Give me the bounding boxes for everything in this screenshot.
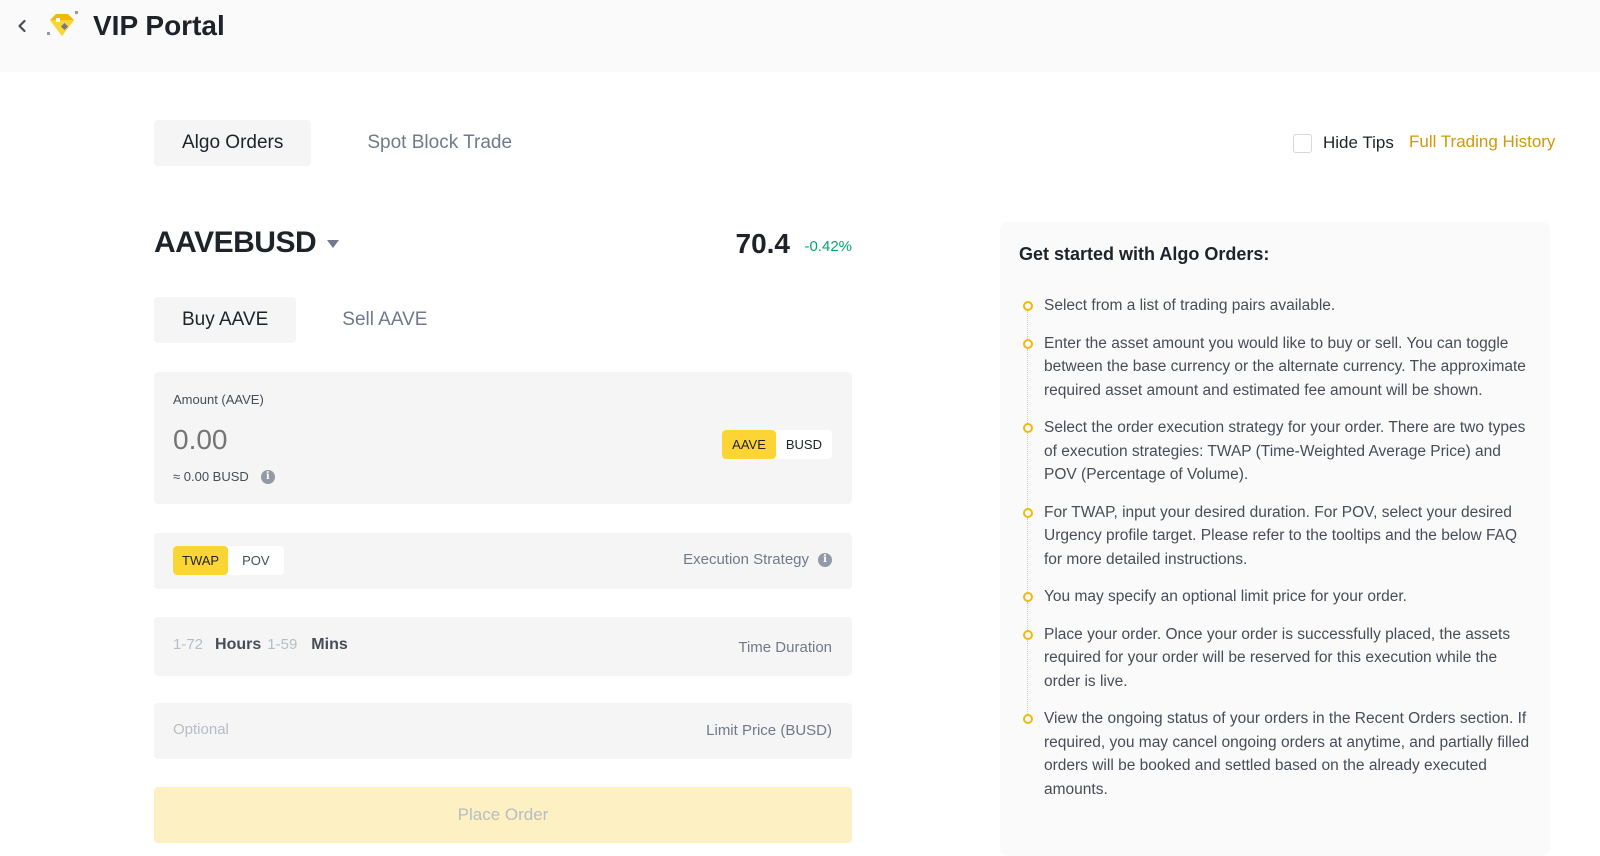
step-connector: [1027, 517, 1028, 592]
limit-price-input[interactable]: [173, 721, 473, 738]
step-dot-icon: [1023, 714, 1033, 724]
currency-option-busd[interactable]: BUSD: [776, 430, 832, 459]
caret-down-icon[interactable]: [327, 240, 339, 248]
step-dot-icon: [1023, 301, 1033, 311]
tab-spot-block-trade[interactable]: Spot Block Trade: [339, 120, 540, 166]
currency-toggle: AAVE BUSD: [722, 430, 832, 459]
main-tabs: Algo Orders Spot Block Trade: [154, 120, 540, 166]
step-dot-icon: [1023, 592, 1033, 602]
strategy-label-text: Execution Strategy: [683, 551, 809, 568]
step-connector: [1027, 348, 1028, 423]
amount-label: Amount (AAVE): [173, 392, 264, 407]
tip-text: Select the order execution strategy for …: [1044, 419, 1526, 483]
amount-input[interactable]: [173, 424, 573, 456]
tip-item: View the ongoing status of your orders i…: [1023, 707, 1533, 801]
info-icon[interactable]: i: [260, 469, 275, 484]
pair-selector[interactable]: AAVEBUSD: [154, 226, 317, 260]
tip-text: For TWAP, input your desired duration. F…: [1044, 503, 1518, 568]
side-tabs: Buy AAVE Sell AAVE: [154, 297, 455, 343]
place-order-button[interactable]: Place Order: [154, 787, 852, 843]
hours-unit: Hours: [215, 636, 262, 653]
hide-tips-toggle[interactable]: Hide Tips: [1293, 133, 1394, 153]
price-change: -0.42%: [804, 238, 852, 255]
tips-list: Select from a list of trading pairs avai…: [1023, 294, 1533, 815]
chevron-left-icon[interactable]: [12, 16, 32, 36]
header: VIP Portal: [0, 0, 1600, 72]
pair-row: AAVEBUSD 70.4 -0.42%: [154, 226, 852, 266]
page-title: VIP Portal: [93, 10, 225, 41]
step-dot-icon: [1023, 507, 1033, 518]
duration-label: Time Duration: [738, 639, 832, 656]
info-icon[interactable]: i: [818, 552, 832, 567]
full-trading-history-link[interactable]: Full Trading History: [1409, 132, 1555, 152]
limit-price-panel: Limit Price (BUSD): [154, 703, 852, 759]
tip-text: You may specify an optional limit price …: [1044, 588, 1407, 605]
tip-text: Select from a list of trading pairs avai…: [1044, 297, 1336, 314]
step-connector: [1027, 639, 1028, 714]
strategy-label: Execution Strategy i: [683, 551, 832, 568]
vip-diamond-icon: [44, 10, 80, 42]
currency-option-aave[interactable]: AAVE: [722, 430, 776, 459]
tip-item: Select from a list of trading pairs avai…: [1023, 294, 1533, 339]
step-dot-icon: [1023, 338, 1033, 349]
tip-text: Place your order. Once your order is suc…: [1044, 625, 1511, 690]
tip-item: You may specify an optional limit price …: [1023, 585, 1533, 630]
last-price: 70.4: [735, 228, 791, 259]
mins-input[interactable]: 1-59: [267, 636, 297, 653]
step-dot-icon: [1023, 423, 1033, 433]
strategy-option-pov[interactable]: POV: [228, 546, 283, 575]
amount-panel: Amount (AAVE) ≈ 0.00 BUSD i AAVE BUSD: [154, 372, 852, 504]
step-connector: [1027, 311, 1028, 339]
hide-tips-checkbox[interactable]: [1293, 133, 1312, 153]
tip-item: Place your order. Once your order is suc…: [1023, 623, 1533, 714]
tip-item: Enter the asset amount you would like to…: [1023, 332, 1533, 423]
tips-title: Get started with Algo Orders:: [1019, 244, 1270, 264]
tip-item: For TWAP, input your desired duration. F…: [1023, 501, 1533, 592]
strategy-option-twap[interactable]: TWAP: [173, 546, 229, 575]
strategy-panel: TWAP POV Execution Strategy i: [154, 533, 852, 589]
duration-panel: 1-72 Hours 1-59 Mins Time Duration: [154, 617, 852, 676]
amount-approx: ≈ 0.00 BUSD i: [173, 469, 275, 484]
step-connector: [1027, 433, 1028, 508]
amount-approx-value: ≈ 0.00 BUSD: [173, 469, 249, 484]
tip-item: Select the order execution strategy for …: [1023, 416, 1533, 508]
step-dot-icon: [1023, 629, 1033, 640]
tip-text: Enter the asset amount you would like to…: [1044, 334, 1526, 399]
tab-sell[interactable]: Sell AAVE: [314, 297, 455, 343]
hide-tips-label: Hide Tips: [1323, 133, 1394, 152]
duration-inputs: 1-72 Hours 1-59 Mins: [173, 636, 354, 654]
tab-buy[interactable]: Buy AAVE: [154, 297, 297, 343]
strategy-toggle: TWAP POV: [173, 546, 284, 575]
hours-input[interactable]: 1-72: [173, 636, 203, 653]
mins-unit: Mins: [311, 636, 348, 653]
tips-panel: Get started with Algo Orders: Select fro…: [1000, 222, 1550, 856]
tab-algo-orders[interactable]: Algo Orders: [154, 120, 312, 166]
limit-price-label: Limit Price (BUSD): [706, 722, 832, 739]
step-connector: [1027, 602, 1028, 630]
tip-text: View the ongoing status of your orders i…: [1044, 710, 1530, 798]
